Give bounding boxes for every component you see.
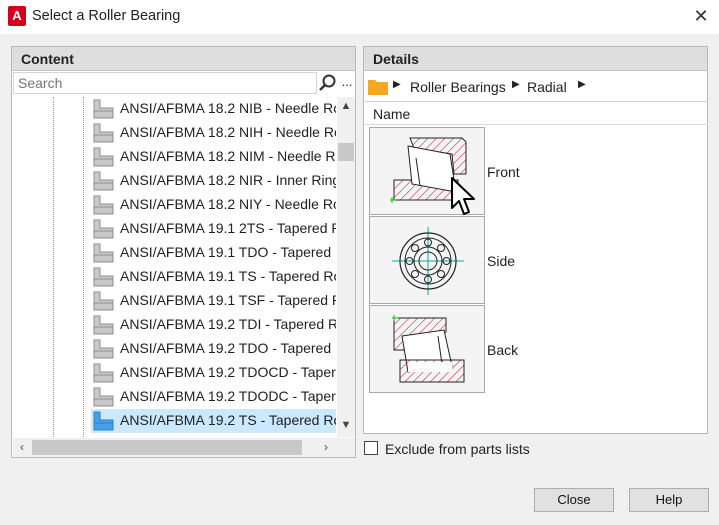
tree-item[interactable]: ANSI/AFBMA 18.2 NIR - Inner Ring [91, 169, 336, 193]
help-button[interactable]: Help [629, 488, 709, 512]
close-icon[interactable]: ✕ [688, 4, 714, 28]
tree-item[interactable]: ANSI/AFBMA 19.2 TDI - Tapered Roller [91, 313, 336, 337]
breadcrumb-arrow-icon[interactable]: ▶ [393, 79, 401, 90]
part-family-icon [91, 243, 115, 263]
part-family-icon [91, 387, 115, 407]
content-header: Content [12, 47, 355, 71]
part-family-icon [91, 171, 115, 191]
selected-part-family-icon [91, 411, 115, 431]
tree-item-label: ANSI/AFBMA 19.1 2TS - Tapered Roller [120, 220, 336, 236]
tree-item[interactable]: ANSI/AFBMA 18.2 NIY - Needle Roller [91, 193, 336, 217]
scroll-down-arrow-icon[interactable]: ▼ [337, 416, 355, 434]
exclude-from-parts-lists-label[interactable]: Exclude from parts lists [385, 441, 530, 457]
tree-item[interactable]: ANSI/AFBMA 19.2 TDO - Tapered Roller [91, 337, 336, 361]
tree-item[interactable]: ANSI/AFBMA 18.2 NIB - Needle Roller [91, 97, 336, 121]
part-family-icon [91, 195, 115, 215]
back-view-thumbnail[interactable] [369, 305, 485, 393]
part-family-icon [91, 99, 115, 119]
vertical-scroll-thumb[interactable] [338, 143, 354, 161]
content-panel: Content ... ANSI/AFBMA 18.2 NIB - Needle… [11, 46, 356, 458]
name-column-header[interactable]: Name [365, 103, 708, 125]
part-family-icon [91, 291, 115, 311]
tree-item-label: ANSI/AFBMA 19.2 TDI - Tapered Roller [120, 316, 336, 332]
vertical-scrollbar[interactable]: ▲ ▼ [337, 97, 355, 437]
tree-item-label: ANSI/AFBMA 19.1 TDO - Tapered Roller [120, 244, 336, 260]
scroll-left-arrow-icon[interactable]: ‹ [13, 438, 31, 457]
details-header: Details [364, 47, 707, 71]
tree-item[interactable]: ANSI/AFBMA 19.2 TS - Tapered Roller [91, 409, 336, 433]
exclude-from-parts-lists-checkbox[interactable] [364, 441, 378, 455]
tree-item[interactable]: ANSI/AFBMA 19.2 TDOCD - Tapered [91, 361, 336, 385]
breadcrumb-radial[interactable]: Radial [527, 79, 567, 95]
tree-guide-line [53, 97, 54, 437]
tree-item-label: ANSI/AFBMA 19.2 TDO - Tapered Roller [120, 340, 336, 356]
tree-guide-line [83, 97, 84, 437]
tree-item[interactable]: ANSI/AFBMA 19.1 TDO - Tapered Roller [91, 241, 336, 265]
tree-item-label: ANSI/AFBMA 19.2 TDOCD - Tapered [120, 364, 336, 380]
horizontal-scrollbar[interactable]: ‹ › [13, 438, 337, 457]
breadcrumb-roller-bearings[interactable]: Roller Bearings [410, 79, 506, 95]
tree-item-label: ANSI/AFBMA 19.1 TS - Tapered Roller [120, 268, 336, 284]
part-family-icon [91, 339, 115, 359]
scroll-up-arrow-icon[interactable]: ▲ [337, 97, 355, 115]
tree-item-label: ANSI/AFBMA 18.2 NIB - Needle Roller [120, 100, 336, 116]
tree-item[interactable]: ANSI/AFBMA 19.1 TS - Tapered Roller [91, 265, 336, 289]
tree-item-label: ANSI/AFBMA 18.2 NIH - Needle Roller [120, 124, 336, 140]
tree-item[interactable]: ANSI/AFBMA 18.2 NIH - Needle Roller [91, 121, 336, 145]
scroll-right-arrow-icon[interactable]: › [317, 438, 335, 457]
tree-item-label: ANSI/AFBMA 19.1 TSF - Tapered Roller [120, 292, 336, 308]
front-view-label[interactable]: Front [487, 164, 520, 180]
search-icon[interactable] [318, 72, 338, 94]
back-view-label[interactable]: Back [487, 342, 518, 358]
title-bar: A Select a Roller Bearing ✕ [0, 0, 719, 34]
tree-item[interactable]: ANSI/AFBMA 19.1 TSF - Tapered Roller [91, 289, 336, 313]
mouse-cursor-icon [450, 176, 476, 218]
part-family-icon [91, 219, 115, 239]
folder-icon[interactable] [368, 78, 388, 95]
breadcrumb-arrow-icon[interactable]: ▶ [512, 79, 520, 90]
part-family-icon [91, 315, 115, 335]
window-title: Select a Roller Bearing [32, 8, 181, 24]
details-panel: Details ▶ Roller Bearings ▶ Radial ▶ Nam… [363, 46, 708, 434]
more-options-button[interactable]: ... [338, 72, 356, 94]
side-view-label[interactable]: Side [487, 253, 515, 269]
tree-item-label: ANSI/AFBMA 18.2 NIY - Needle Roller [120, 196, 336, 212]
breadcrumb: ▶ Roller Bearings ▶ Radial ▶ [365, 72, 708, 102]
part-family-icon [91, 147, 115, 167]
content-tree: ANSI/AFBMA 18.2 NIB - Needle Roller ANSI/… [13, 97, 336, 437]
part-family-icon [91, 123, 115, 143]
autocad-app-icon: A [8, 6, 26, 26]
tree-item-label: ANSI/AFBMA 19.2 TS - Tapered Roller [120, 412, 336, 428]
side-view-thumbnail[interactable] [369, 216, 485, 304]
horizontal-scroll-thumb[interactable] [32, 440, 302, 455]
search-input[interactable] [13, 72, 317, 94]
tree-item[interactable]: ANSI/AFBMA 19.2 TDODC - Tapered [91, 385, 336, 409]
tree-item-label: ANSI/AFBMA 18.2 NIM - Needle Roller [120, 148, 336, 164]
breadcrumb-arrow-icon[interactable]: ▶ [578, 79, 586, 90]
tree-item-label: ANSI/AFBMA 19.2 TDODC - Tapered [120, 388, 336, 404]
close-button[interactable]: Close [534, 488, 614, 512]
tree-item[interactable]: ANSI/AFBMA 19.1 2TS - Tapered Roller [91, 217, 336, 241]
part-family-icon [91, 363, 115, 383]
scroll-corner [337, 438, 355, 457]
tree-item-label: ANSI/AFBMA 18.2 NIR - Inner Ring [120, 172, 336, 188]
part-family-icon [91, 267, 115, 287]
tree-item[interactable]: ANSI/AFBMA 18.2 NIM - Needle Roller [91, 145, 336, 169]
